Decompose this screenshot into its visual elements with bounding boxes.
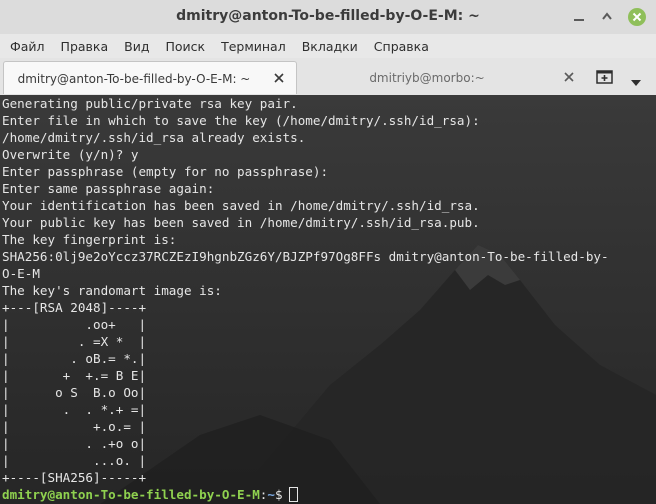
prompt-symbol: $ — [274, 487, 283, 502]
prompt-line[interactable]: dmitry@anton-To-be-filled-by-O-E-M:~$ — [2, 486, 609, 503]
window-title: dmitry@anton-To-be-filled-by-O-E-M: ~ — [176, 8, 480, 24]
randomart-line: | .oo+ | — [2, 317, 147, 332]
tab-label: dmitriyb@morbo:~ — [369, 71, 485, 85]
prompt-path: ~ — [267, 487, 275, 502]
output-line: SHA256:0lj9e2oYccz37RCZEzI9hgnbZGz6Y/BJZ… — [2, 249, 609, 264]
maximize-icon — [602, 12, 612, 20]
close-icon — [274, 73, 284, 83]
randomart-line: | . .+o o| — [2, 436, 147, 451]
randomart-line: | . =X * | — [2, 334, 147, 349]
tab-close-button[interactable] — [564, 72, 574, 82]
randomart-line: +---[RSA 2048]----+ — [2, 300, 147, 315]
close-button[interactable] — [628, 8, 646, 26]
menu-bar: Файл Правка Вид Поиск Терминал Вкладки С… — [0, 34, 656, 58]
output-line: O-E-M — [2, 266, 40, 281]
menu-edit[interactable]: Правка — [53, 39, 117, 54]
randomart-line: +----[SHA256]-----+ — [2, 470, 147, 485]
output-line: Enter same passphrase again: — [2, 181, 215, 196]
randomart-line: | o S B.o Oo| — [2, 385, 147, 400]
tab-close-button[interactable] — [274, 73, 284, 83]
prompt-user-host: dmitry@anton-To-be-filled-by-O-E-M — [2, 487, 260, 502]
terminal-output: Generating public/private rsa key pair. E… — [2, 95, 609, 503]
randomart-line: | . . *.+ =| — [2, 402, 147, 417]
output-line: Enter passphrase (empty for no passphras… — [2, 164, 329, 179]
output-line: The key fingerprint is: — [2, 232, 177, 247]
tabs-menu-button[interactable] — [630, 72, 642, 86]
randomart-line: | +.o.= | — [2, 419, 147, 434]
minimize-button[interactable] — [570, 8, 588, 26]
output-line: /home/dmitry/.ssh/id_rsa already exists. — [2, 130, 306, 145]
tab-local[interactable]: dmitry@anton-To-be-filled-by-O-E-M: ~ — [3, 61, 297, 94]
new-tab-button[interactable] — [596, 68, 614, 84]
chevron-down-icon — [631, 80, 641, 86]
output-line: Generating public/private rsa key pair. — [2, 96, 298, 111]
menu-tabs[interactable]: Вкладки — [294, 39, 366, 54]
output-line: Overwrite (y/n)? y — [2, 147, 139, 162]
title-bar[interactable]: dmitry@anton-To-be-filled-by-O-E-M: ~ — [0, 0, 656, 35]
tab-label: dmitry@anton-To-be-filled-by-O-E-M: ~ — [17, 72, 251, 86]
output-line: Your identification has been saved in /h… — [2, 198, 480, 213]
menu-search[interactable]: Поиск — [157, 39, 213, 54]
randomart-line: | + +.= B E| — [2, 368, 147, 383]
text-cursor — [288, 487, 298, 502]
minimize-icon — [574, 19, 584, 21]
menu-help[interactable]: Справка — [366, 39, 437, 54]
tab-remote[interactable]: dmitriyb@morbo:~ — [300, 61, 586, 94]
output-line: Your public key has been saved in /home/… — [2, 215, 480, 230]
menu-terminal[interactable]: Терминал — [213, 39, 294, 54]
maximize-button[interactable] — [598, 8, 616, 26]
menu-file[interactable]: Файл — [0, 39, 53, 54]
terminal-area[interactable]: Generating public/private rsa key pair. E… — [0, 95, 656, 504]
terminal-window: dmitry@anton-To-be-filled-by-O-E-M: ~ Фа… — [0, 0, 656, 504]
new-tab-icon — [596, 70, 613, 84]
randomart-line: | ...o. | — [2, 453, 147, 468]
output-line: Enter file in which to save the key (/ho… — [2, 113, 480, 128]
randomart-line: | . oB.= *.| — [2, 351, 147, 366]
tab-bar: dmitry@anton-To-be-filled-by-O-E-M: ~ dm… — [0, 58, 656, 96]
close-icon — [564, 72, 574, 82]
menu-view[interactable]: Вид — [116, 39, 157, 54]
close-icon — [632, 12, 642, 22]
output-line: The key's randomart image is: — [2, 283, 222, 298]
